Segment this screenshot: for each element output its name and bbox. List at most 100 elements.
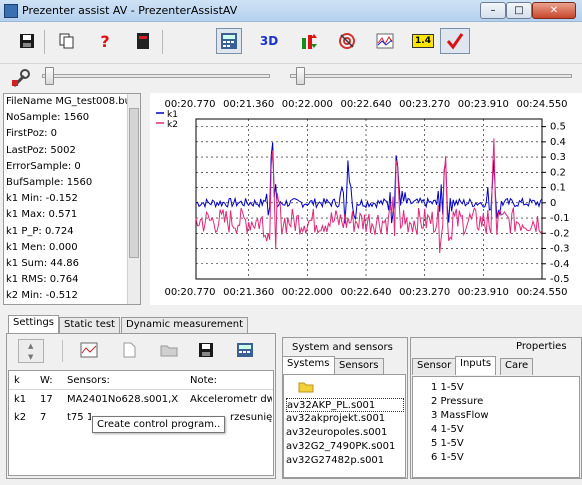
tab-inputs[interactable]: Inputs xyxy=(455,356,497,375)
calculator-button[interactable] xyxy=(216,28,242,54)
signal-chart[interactable]: 00:20.770 00:20.770 00:21.360 00:21.360 00:2… xyxy=(150,93,582,305)
stat-row: FileName MG_test008.bu xyxy=(6,96,131,107)
plot-area xyxy=(195,118,543,280)
calculator-icon xyxy=(237,343,253,357)
tab-sensor[interactable]: Sensor xyxy=(412,358,457,375)
y-tick-label: 0.1 xyxy=(550,183,566,194)
y-tick-label: 0 xyxy=(550,198,556,209)
system-list-item[interactable]: av32AKP_PL.s001 xyxy=(286,398,404,412)
new-file-button[interactable] xyxy=(122,342,136,361)
column-header-k: k xyxy=(14,375,20,386)
stat-row: k2 Min: -0.512 xyxy=(6,290,78,302)
y-tick-label: -0.4 xyxy=(550,259,570,270)
device-icon xyxy=(137,33,149,49)
input-list-item[interactable]: 3 MassFlow xyxy=(431,409,579,423)
window-title: Prezenter assist AV - PrezenterAssistAV xyxy=(22,4,238,17)
end-slider-thumb[interactable] xyxy=(296,67,305,85)
input-list-item[interactable]: 6 1-5V xyxy=(431,451,579,465)
x-tick-label-top: 00:24.550 xyxy=(516,99,567,110)
x-tick-label-bottom: 00:21.360 xyxy=(223,287,274,298)
input-list-item[interactable]: 4 1-5V xyxy=(431,423,579,437)
column-header-note: Note: xyxy=(190,375,218,386)
input-list-item[interactable]: 1 1-5V xyxy=(431,381,579,395)
statistics-panel: FileName MG_test008.bu NoSample: 1560 Firs… xyxy=(3,93,141,305)
stat-row: BufSample: 1560 xyxy=(6,176,93,188)
properties-header: Properties xyxy=(516,341,567,352)
row-k: k2 xyxy=(14,412,27,423)
x-tick-label-top: 00:23.910 xyxy=(458,99,509,110)
3d-button[interactable]: 3D xyxy=(256,28,282,54)
tooltip: Create control program.. xyxy=(92,416,226,433)
open-folder-button[interactable] xyxy=(298,380,314,396)
scroll-thumb[interactable] xyxy=(129,108,139,258)
x-tick-label-top: 00:20.770 xyxy=(164,99,215,110)
stat-row: k1 P_P: 0.724 xyxy=(6,225,74,237)
systems-list: av32AKP_PL.s001 av32akprojekt.s001 av32eur… xyxy=(286,398,404,468)
main-toolbar xyxy=(0,22,582,64)
systems-header: System and sensors xyxy=(292,342,393,353)
bars-updown-button[interactable] xyxy=(296,28,322,54)
legend-label-k2: k2 xyxy=(167,120,178,130)
system-list-item[interactable]: av32G2_7490PK.s001 xyxy=(286,440,404,454)
system-list-item[interactable]: av32akprojekt.s001 xyxy=(286,412,404,426)
save-button[interactable] xyxy=(14,28,40,54)
device-button[interactable] xyxy=(130,28,156,54)
stat-row: k1 RMS: 0.764 xyxy=(6,274,79,286)
wrench-icon[interactable] xyxy=(10,68,32,90)
row-note: rzesunięc xyxy=(230,412,272,423)
stat-row: FirstPoz: 0 xyxy=(6,128,57,140)
x-tick-label-bottom: 00:20.770 xyxy=(164,287,215,298)
help-icon: ? xyxy=(100,31,110,51)
y-tick-label: 0.3 xyxy=(550,152,566,163)
start-slider-thumb[interactable] xyxy=(45,67,54,85)
tab-systems[interactable]: Systems xyxy=(282,356,335,375)
start-slider-track[interactable] xyxy=(42,74,270,78)
input-list-item[interactable]: 2 Pressure xyxy=(431,395,579,409)
scale-value: 1.4 xyxy=(412,34,434,48)
copy-button[interactable] xyxy=(54,28,80,54)
stat-row: k1 Men: 0.000 xyxy=(6,241,78,253)
system-list-item[interactable]: av32europoles.s001 xyxy=(286,426,404,440)
x-tick-label-top: 00:21.360 xyxy=(223,99,274,110)
tab-dynamic-measurement[interactable]: Dynamic measurement xyxy=(121,317,249,334)
tab-care[interactable]: Care xyxy=(500,358,534,375)
scale-button[interactable]: 1.4 xyxy=(410,28,436,54)
toolbar-separator xyxy=(62,340,63,362)
x-tick-label-bottom: 00:23.270 xyxy=(399,287,450,298)
save-icon xyxy=(20,34,34,48)
new-file-icon xyxy=(123,342,136,358)
input-list-item[interactable]: 5 1-5V xyxy=(431,437,579,451)
calculator-settings-button[interactable] xyxy=(236,342,254,361)
x-tick-label-top: 00:22.640 xyxy=(340,99,391,110)
save-settings-button[interactable] xyxy=(198,342,214,361)
chart-sensor-button[interactable] xyxy=(80,342,98,361)
open-folder-button[interactable] xyxy=(160,343,178,360)
header-divider xyxy=(9,389,273,390)
tab-settings[interactable]: Settings xyxy=(8,315,60,334)
confirm-button[interactable] xyxy=(440,28,470,54)
target-button[interactable] xyxy=(334,28,360,54)
folder-icon xyxy=(160,345,178,357)
chart-button[interactable] xyxy=(372,28,398,54)
y-tick-label: -0.5 xyxy=(550,274,570,285)
tab-static-test[interactable]: Static test xyxy=(59,317,120,334)
bars-updown-icon xyxy=(302,34,317,49)
maximize-button[interactable]: □ xyxy=(506,2,532,19)
system-list-item[interactable]: av32G27482p.s001 xyxy=(286,454,404,468)
stat-row: k1 Min: -0.152 xyxy=(6,193,78,205)
spin-up-icon[interactable]: ▲ xyxy=(28,342,33,350)
row-sensor: t75 1 xyxy=(67,412,91,423)
close-button[interactable]: ✕ xyxy=(532,2,576,19)
stat-row: k1 Sum: 44.86 xyxy=(6,257,79,269)
tab-sensors[interactable]: Sensors xyxy=(334,358,384,375)
end-slider-track[interactable] xyxy=(290,74,572,78)
y-tick-label: -0.3 xyxy=(550,244,570,255)
toolbar-separator xyxy=(162,30,163,54)
x-tick-label-bottom: 00:22.000 xyxy=(282,287,333,298)
spin-down-icon[interactable]: ▼ xyxy=(28,353,33,361)
spin-updown[interactable]: ▲ ▼ xyxy=(18,339,44,363)
help-button[interactable]: ? xyxy=(92,28,118,54)
minimize-button[interactable]: – xyxy=(480,2,506,19)
statistics-scrollbar[interactable] xyxy=(127,94,140,304)
chart-icon xyxy=(376,33,394,49)
